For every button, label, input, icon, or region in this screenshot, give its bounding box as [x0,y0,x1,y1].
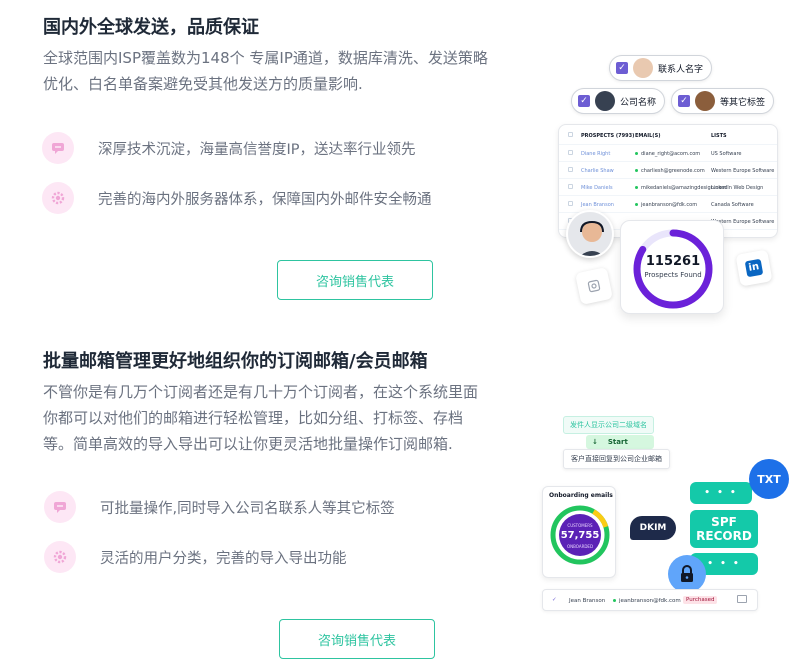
section2-description: 不管你是有几万个订阅者还是有几十万个订阅者，在这个系统里面 你都可以对他们的邮箱… [43,383,479,453]
gauge-value: 115261 [645,254,701,269]
section2-title: 批量邮箱管理更好地组织你的订阅邮箱/会员邮箱 [43,351,428,372]
table-row: Charlie Shaw charliesh@greenode.com West… [559,162,777,179]
checkbox-icon: ✓ [678,95,690,107]
spf-record-badge: SPF RECORD [690,510,758,548]
gear-icon [44,541,76,573]
checkbox-icon: ✓ [578,95,590,107]
section2-feature-1: 可批量操作,同时导入公司名联系人等其它标签 [44,491,395,523]
message-icon [42,132,74,164]
check-icon: ✓ [552,597,557,603]
record-dots: • • • [690,482,752,504]
contact-row: ✓ Jean Branson jeanbranson@fdk.com Purch… [542,589,758,611]
section1-title: 国内外全球发送，品质保证 [43,17,259,38]
mail-icon [737,595,747,603]
linkedin-icon: in [735,249,773,287]
contact-sales-button[interactable]: 咨询销售代表 [279,619,435,659]
table-row: Diane Right diane_right@acom.com US Soft… [559,145,777,162]
tag-chip-company: ✓ 公司名称 [571,88,666,114]
gauge-label: Prospects Found [644,271,702,279]
start-pill: ↓ Start [586,435,654,449]
dkim-badge: DKIM [630,516,676,540]
message-icon [44,491,76,523]
avatar [695,91,715,111]
contact-sales-button[interactable]: 咨询销售代表 [277,260,433,300]
section1-description: 全球范围内ISP覆盖数为148个 专属IP通道，数据库清洗、发送策略 优化、白名… [43,49,488,93]
checkbox-icon: ✓ [616,62,628,74]
feature-text: 完善的海内外服务器体系，保障国内外邮件安全畅通 [98,191,432,208]
table-header: PROSPECTS (7993) EMAIL(S) LISTS [559,127,777,145]
onboarding-emails-card: Onboarding emails CUSTOMERS 57,755 ONBOA… [542,486,616,578]
mail-tile-icon [575,267,613,305]
status-badge: Purchased [683,596,718,604]
support-agent-avatar [566,210,614,258]
prospects-gauge [633,229,713,309]
feature-text: 灵活的用户分类，完善的导入导出功能 [100,550,347,567]
tag-chip-other: ✓ 等其它标签 [671,88,775,114]
prospects-gauge-card: 115261 Prospects Found [620,220,724,314]
lock-icon [668,555,706,593]
section1-feature-2: 完善的海内外服务器体系，保障国内外邮件安全畅通 [42,182,432,214]
avatar [633,58,653,78]
section1-feature-1: 深厚技术沉淀，海量高信誉度IP，送达率行业领先 [42,132,416,164]
onboarding-title: Onboarding emails [549,492,613,499]
avatar [595,91,615,111]
feature-text: 深厚技术沉淀，海量高信誉度IP，送达率行业领先 [98,141,416,158]
txt-badge: TXT [749,459,789,499]
section2-feature-2: 灵活的用户分类，完善的导入导出功能 [44,541,347,573]
tag-chip-contact-name: ✓ 联系人名字 [609,55,713,81]
sender-domain-pill: 发件人显示公司二级域名 [563,416,654,434]
onboarded-count: 57,755 [560,530,600,541]
table-row: Mike Daniels mikedaniels@amazingdesign.c… [559,179,777,196]
arrow-down-icon: ↓ [592,438,598,446]
reply-to-pill: 客户直接回复到公司企业邮箱 [563,449,670,469]
gear-icon [42,182,74,214]
feature-text: 可批量操作,同时导入公司名联系人等其它标签 [100,500,395,517]
